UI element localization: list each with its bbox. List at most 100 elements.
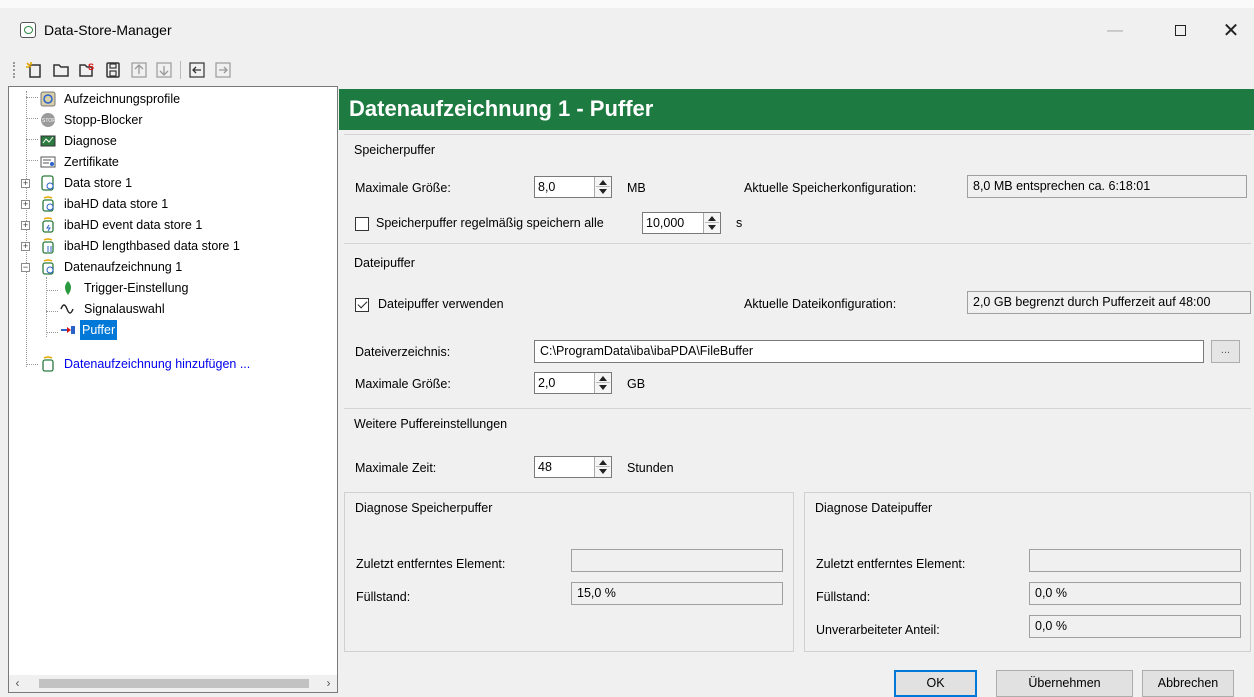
use-filebuffer-checkbox[interactable] [355, 298, 369, 312]
file-max-size-spinner[interactable]: 2,0 [534, 372, 612, 394]
file-max-size-label: Maximale Größe: [355, 377, 451, 391]
unprocessed-label: Unverarbeiteter Anteil: [816, 623, 940, 637]
tree-item-ibahd-lengthbased-data-store-1[interactable]: + ibaHD lengthbased data store 1 [9, 236, 329, 256]
tree-item-add-recording[interactable]: Datenaufzeichnung hinzufügen ... [9, 354, 329, 374]
profile-icon [40, 91, 56, 107]
spinner-buttons[interactable] [594, 373, 611, 393]
periodic-save-checkbox[interactable] [355, 217, 369, 231]
mem-last-removed-field [571, 549, 783, 572]
move-down-icon[interactable] [155, 61, 173, 79]
tree-item-label: ibaHD lengthbased data store 1 [64, 239, 240, 253]
expand-toggle[interactable]: + [21, 221, 30, 230]
diag-datei-group: Diagnose Dateipuffer Zuletzt entferntes … [804, 492, 1251, 652]
tree-item-label: Stopp-Blocker [64, 113, 143, 127]
trigger-icon [60, 280, 76, 296]
expand-toggle[interactable]: + [21, 179, 30, 188]
tree-item-puffer[interactable]: Puffer [9, 320, 329, 340]
group-title: Weitere Puffereinstellungen [354, 417, 508, 431]
max-time-unit: Stunden [627, 461, 674, 475]
tree-item-ibahd-data-store-1[interactable]: + ibaHD data store 1 [9, 194, 329, 214]
tree-item-ibahd-event-data-store-1[interactable]: + ibaHD event data store 1 [9, 215, 329, 235]
spinner-buttons[interactable] [703, 213, 720, 233]
signal-icon [60, 301, 76, 317]
recording-icon [40, 259, 56, 275]
max-time-spinner[interactable]: 48 [534, 456, 612, 478]
svg-text:STOP: STOP [42, 118, 56, 124]
open-folder-icon[interactable] [52, 61, 70, 79]
import-icon[interactable] [188, 61, 206, 79]
spinner-value: 2,0 [538, 376, 556, 390]
mem-last-removed-label: Zuletzt entferntes Element: [356, 557, 506, 571]
directory-input[interactable]: C:\ProgramData\iba\ibaPDA\FileBuffer [534, 340, 1204, 363]
tree-item-trigger-einstellung[interactable]: Trigger-Einstellung [9, 278, 329, 298]
export-icon[interactable] [214, 61, 232, 79]
ibahd-length-icon [40, 238, 56, 254]
top-strip [0, 0, 1254, 8]
browse-button[interactable]: ... [1211, 340, 1240, 363]
tree-item-label: Puffer [80, 320, 118, 340]
collapse-toggle[interactable]: − [21, 263, 30, 272]
app-icon [20, 22, 36, 38]
speicherpuffer-group: Speicherpuffer Maximale Größe: 8,0 MB Ak… [344, 134, 1251, 238]
scroll-left-arrow[interactable]: ‹ [9, 675, 26, 692]
dateipuffer-group: Dateipuffer Dateipuffer verwenden Aktuel… [344, 243, 1251, 405]
group-title: Speicherpuffer [354, 143, 436, 157]
add-red-icon[interactable]: S [78, 61, 96, 79]
new-datastore-icon[interactable] [25, 61, 43, 79]
spinner-value: 10,000 [646, 216, 685, 230]
periodic-save-spinner[interactable]: 10,000 [642, 212, 721, 234]
buffer-icon [60, 322, 76, 338]
tree-item-zertifikate[interactable]: Zertifikate [9, 152, 329, 172]
periodic-save-unit: s [736, 216, 743, 230]
window-title: Data-Store-Manager [44, 22, 172, 38]
datastore-icon [40, 175, 56, 191]
spinner-buttons[interactable] [594, 177, 611, 197]
certificate-icon [40, 154, 56, 170]
tree-item-label: ibaHD event data store 1 [64, 218, 203, 232]
mem-current-config-label: Aktuelle Speicherkonfiguration: [744, 181, 917, 195]
maximize-icon [1174, 25, 1186, 37]
max-size-label: Maximale Größe: [355, 181, 451, 195]
tree-item-label: Trigger-Einstellung [84, 281, 189, 295]
tree-item-label: Aufzeichnungsprofile [64, 92, 181, 106]
stop-icon: STOP [40, 112, 56, 128]
tree-item-datenaufzeichnung-1[interactable]: − Datenaufzeichnung 1 [9, 257, 329, 277]
navigation-tree[interactable]: Aufzeichnungsprofile STOP Stopp-Blocker … [8, 86, 338, 693]
toolbar: S [8, 54, 1254, 86]
periodic-save-label: Speicherpuffer regelmäßig speichern alle [376, 216, 604, 230]
file-fill-label: Füllstand: [816, 590, 871, 604]
minimize-button[interactable]: — [1092, 16, 1138, 46]
maximize-button[interactable] [1157, 16, 1203, 46]
tree-item-label: Datenaufzeichnung hinzufügen ... [64, 357, 251, 371]
scroll-thumb[interactable] [39, 679, 309, 688]
file-current-config-label: Aktuelle Dateikonfiguration: [744, 297, 897, 311]
expand-toggle[interactable]: + [21, 242, 30, 251]
tree-horizontal-scrollbar[interactable]: ‹ › [9, 675, 337, 692]
mem-fill-field: 15,0 % [571, 582, 783, 605]
use-filebuffer-label: Dateipuffer verwenden [378, 297, 504, 311]
tree-item-stopp-blocker[interactable]: STOP Stopp-Blocker [9, 110, 329, 130]
file-size-unit: GB [627, 377, 646, 391]
spinner-buttons[interactable] [594, 457, 611, 477]
max-time-label: Maximale Zeit: [355, 461, 437, 475]
save-icon[interactable] [104, 61, 122, 79]
tree-item-label: Diagnose [64, 134, 117, 148]
close-button[interactable]: ✕ [1208, 16, 1254, 46]
toolbar-separator [180, 61, 181, 79]
tree-item-data-store-1[interactable]: + Data store 1 [9, 173, 329, 193]
tree-item-aufzeichnungsprofile[interactable]: Aufzeichnungsprofile [9, 89, 329, 109]
spinner-value: 48 [538, 460, 552, 474]
unprocessed-field: 0,0 % [1029, 615, 1241, 638]
expand-toggle[interactable]: + [21, 200, 30, 209]
tree-item-label: Signalauswahl [84, 302, 165, 316]
mem-max-size-spinner[interactable]: 8,0 [534, 176, 612, 198]
move-up-icon[interactable] [130, 61, 148, 79]
group-title: Diagnose Speicherpuffer [355, 501, 493, 515]
file-current-config-field: 2,0 GB begrenzt durch Pufferzeit auf 48:… [967, 291, 1251, 314]
scroll-right-arrow[interactable]: › [320, 675, 337, 692]
tree-item-label: Data store 1 [64, 176, 133, 190]
tree-item-signalauswahl[interactable]: Signalauswahl [9, 299, 329, 319]
tree-item-diagnose[interactable]: Diagnose [9, 131, 329, 151]
diagnose-icon [40, 133, 56, 149]
diag-speicher-group: Diagnose Speicherpuffer Zuletzt entfernt… [344, 492, 794, 652]
